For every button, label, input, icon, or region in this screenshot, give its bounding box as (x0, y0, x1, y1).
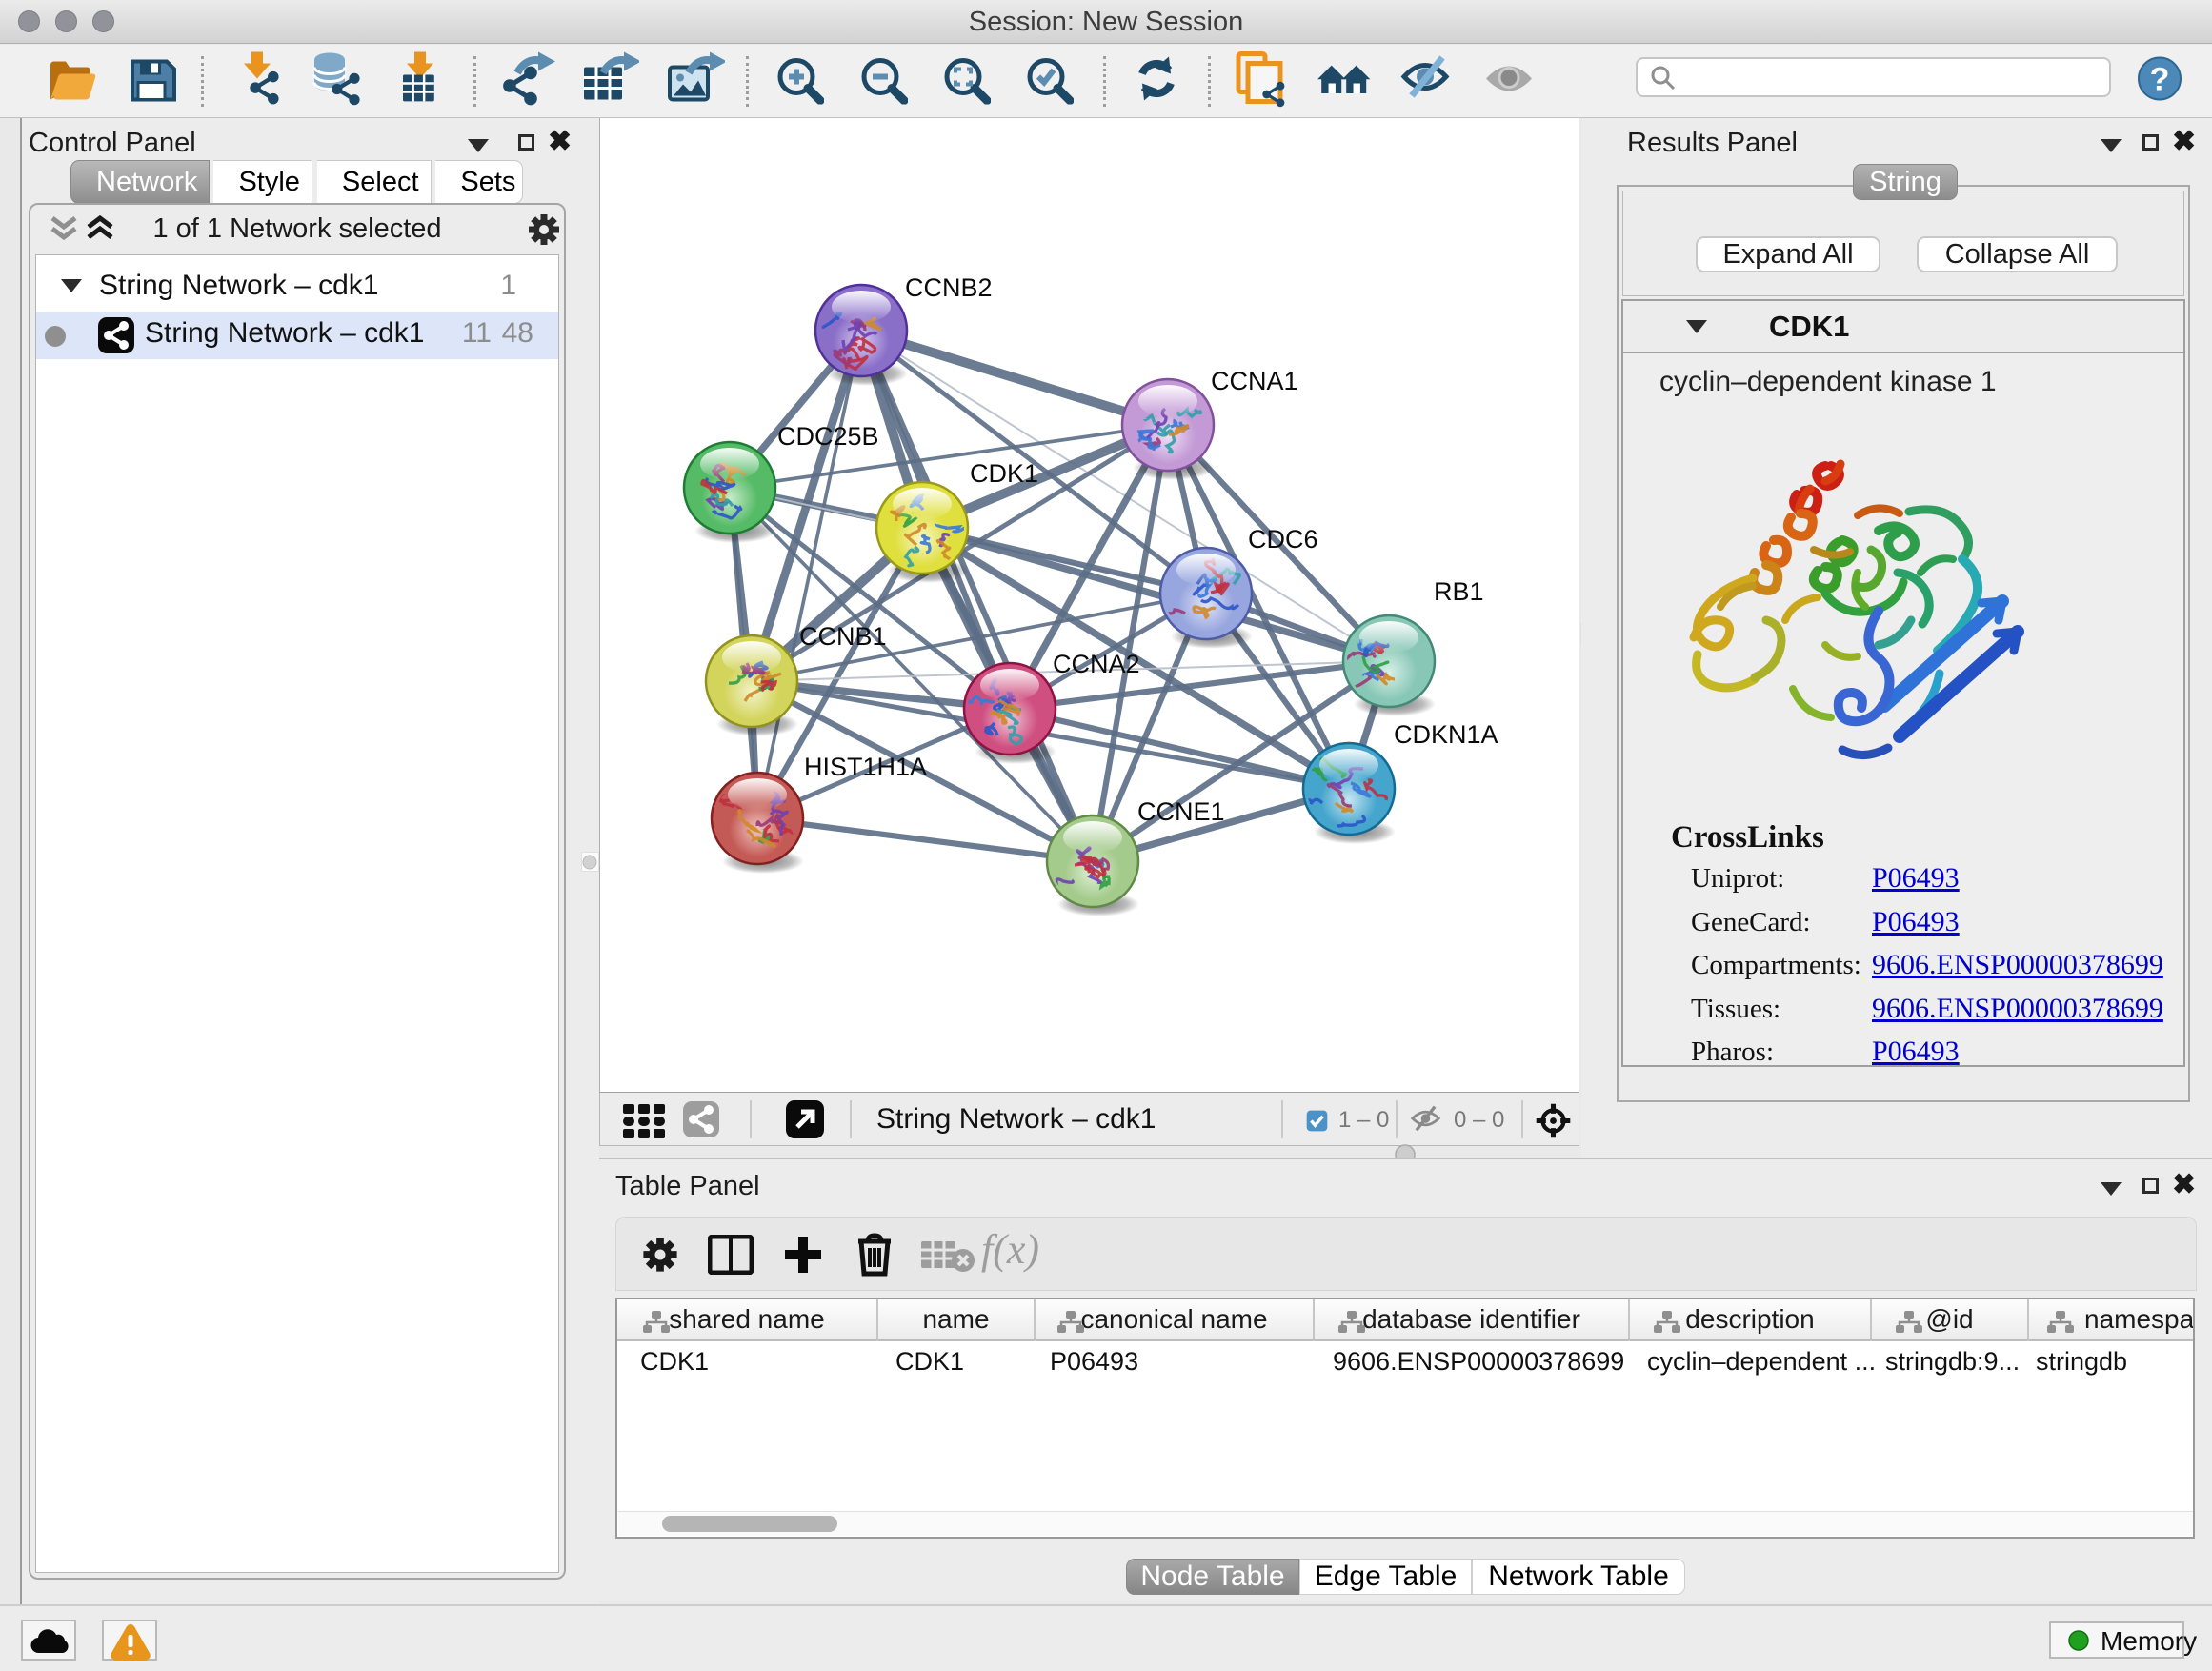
svg-text:CCNB1: CCNB1 (799, 622, 887, 651)
svg-text:CCNA2: CCNA2 (1053, 650, 1140, 678)
svg-text:CDC25B: CDC25B (777, 422, 879, 451)
svg-text:CDKN1A: CDKN1A (1394, 720, 1498, 749)
svg-text:CDK1: CDK1 (970, 459, 1038, 488)
svg-text:CCNE1: CCNE1 (1137, 797, 1225, 826)
svg-text:RB1: RB1 (1434, 577, 1484, 606)
svg-text:HIST1H1A: HIST1H1A (804, 753, 927, 781)
svg-text:?: ? (2150, 62, 2170, 98)
svg-text:CCNB2: CCNB2 (905, 273, 993, 302)
svg-text:CCNA1: CCNA1 (1211, 367, 1298, 395)
svg-text:CDC6: CDC6 (1248, 525, 1318, 554)
